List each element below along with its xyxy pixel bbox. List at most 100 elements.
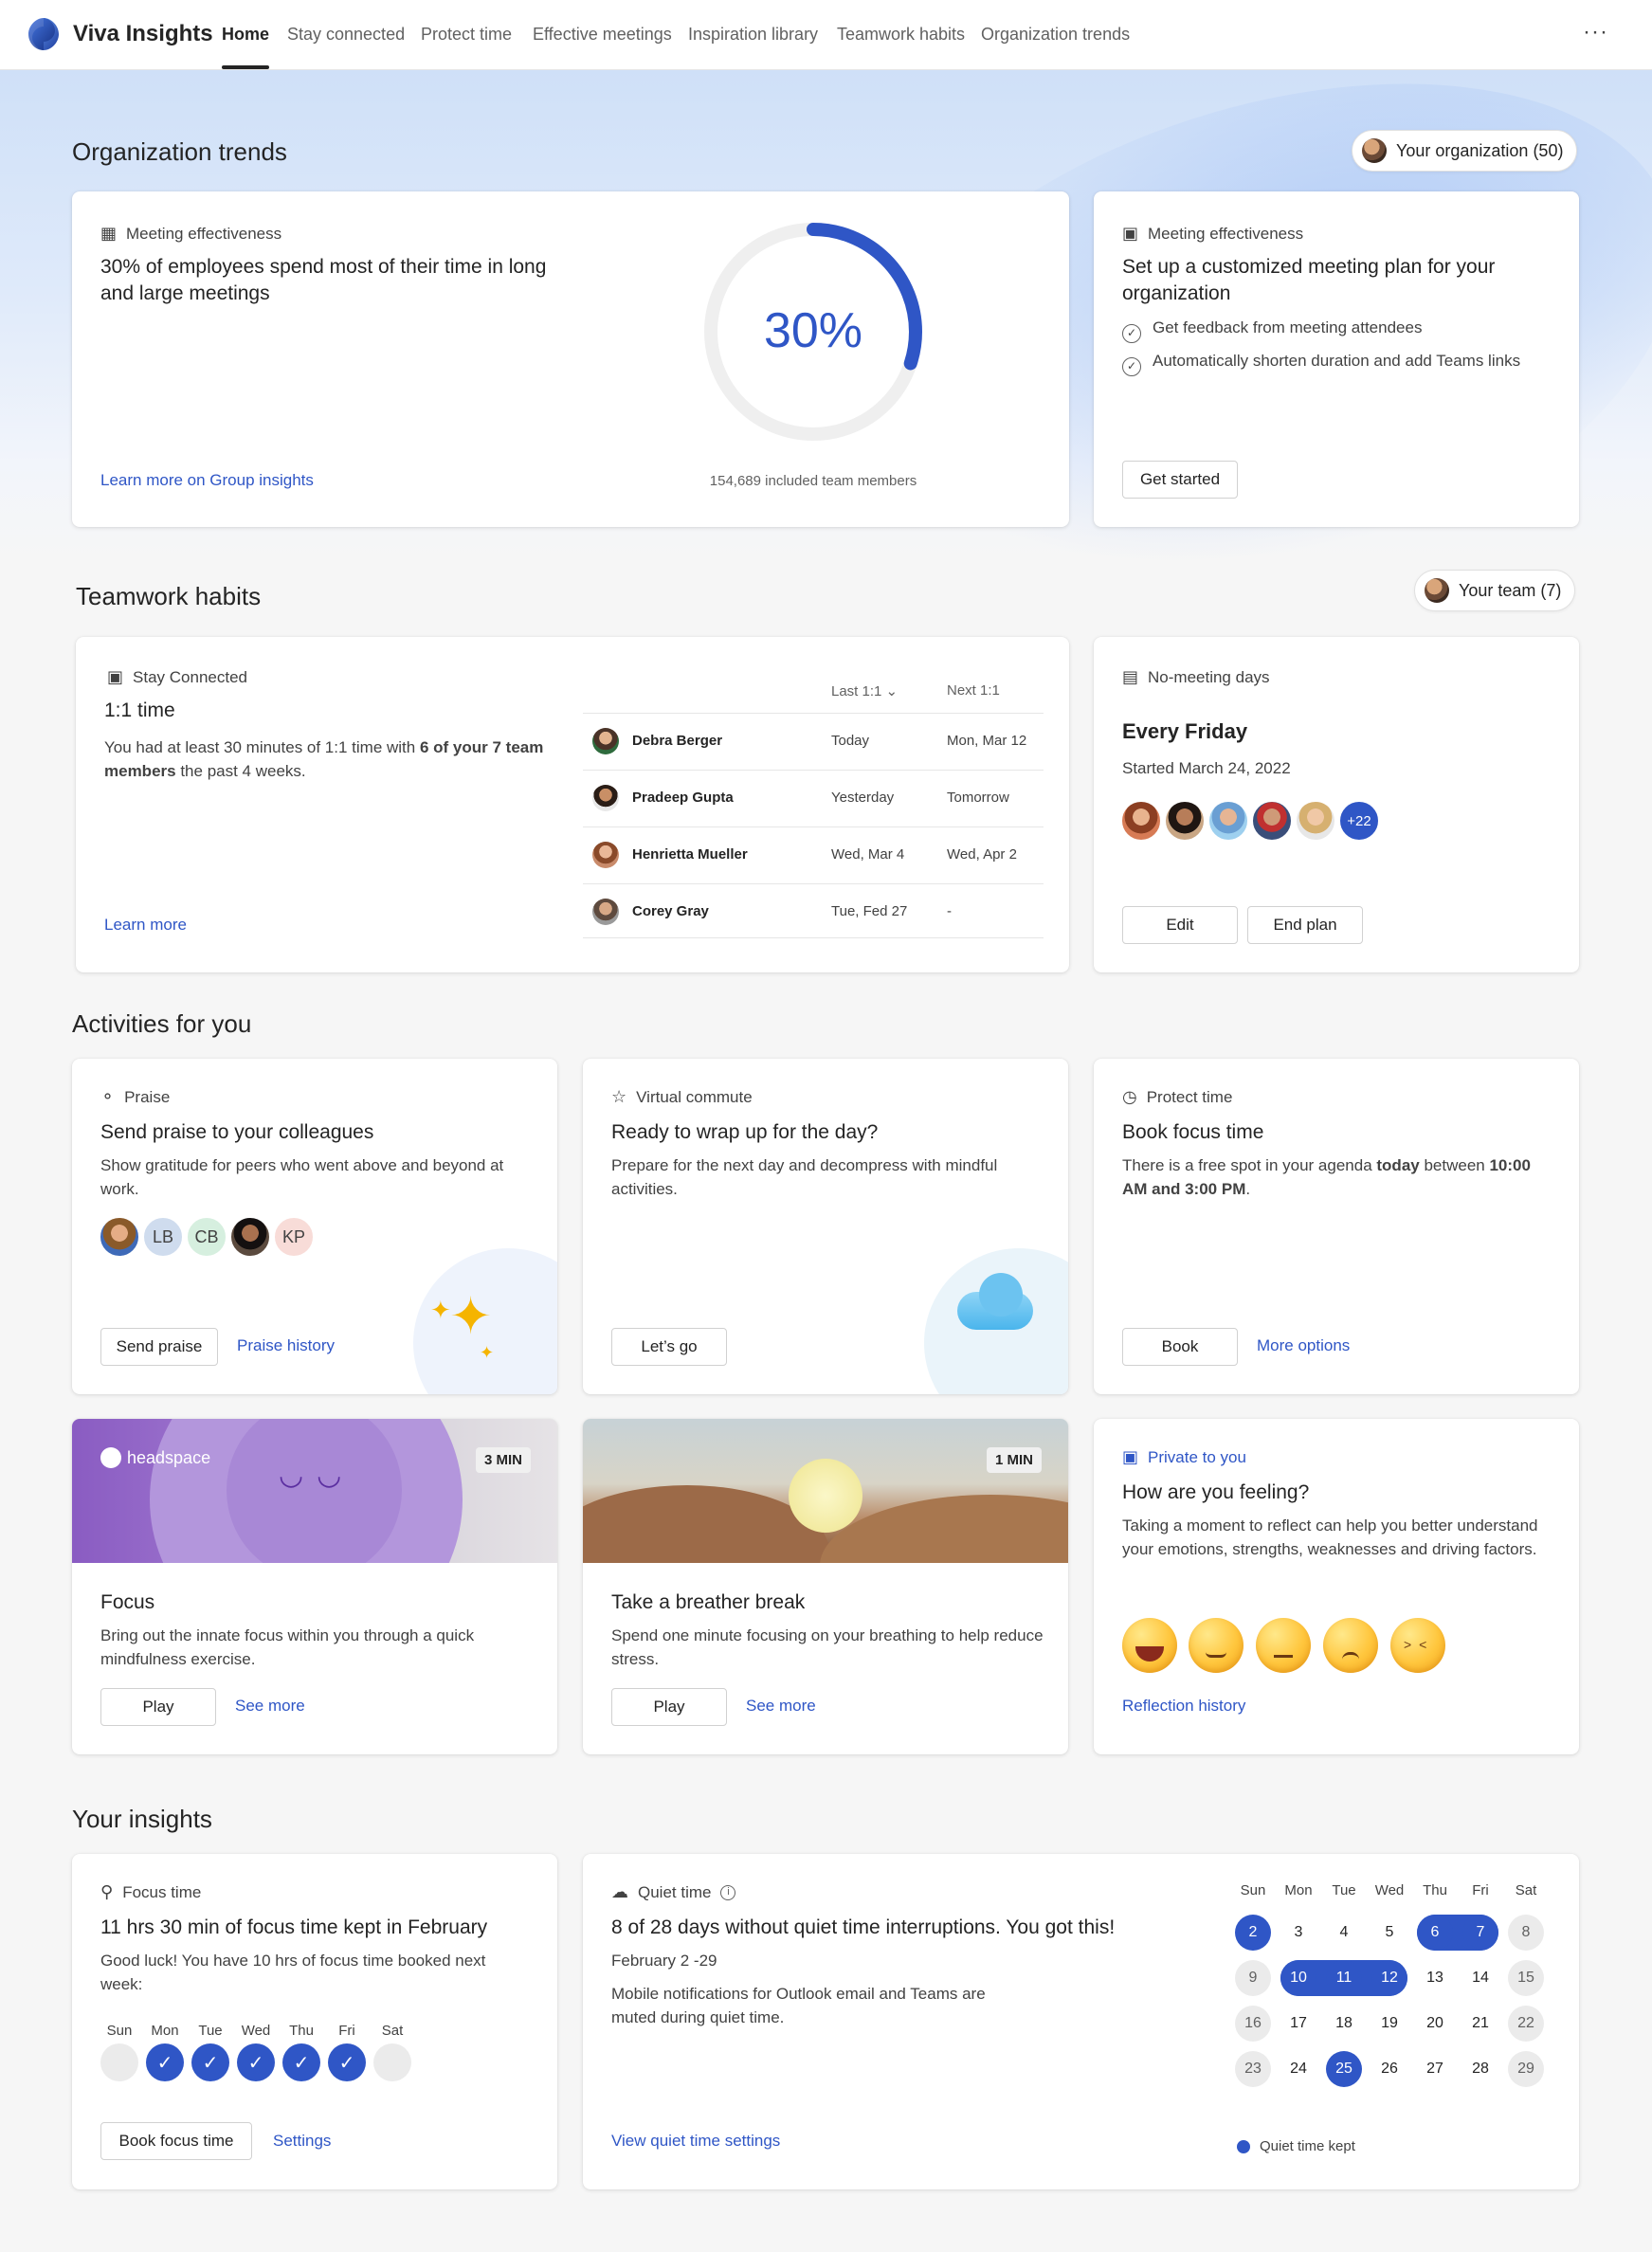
send-praise-button[interactable]: Send praise: [100, 1328, 218, 1366]
calendar-day[interactable]: 24: [1280, 2051, 1316, 2087]
calendar-day[interactable]: 16: [1235, 2006, 1271, 2042]
calendar-day[interactable]: 9: [1235, 1960, 1271, 1996]
avatar[interactable]: [99, 1216, 140, 1258]
org-filter-pill[interactable]: Your organization (50): [1352, 130, 1578, 172]
weekday-label: Sun: [106, 2023, 133, 2039]
nav-tab-effective-meetings[interactable]: Effective meetings: [533, 25, 672, 45]
row-next: Wed, Apr 2: [947, 846, 1017, 863]
calendar-day[interactable]: 29: [1508, 2051, 1544, 2087]
section-title-activities: Activities for you: [72, 1009, 252, 1038]
org-filter-label: Your organization (50): [1396, 140, 1564, 160]
initials-avatar[interactable]: LB: [142, 1216, 184, 1258]
nav-tab-protect-time[interactable]: Protect time: [421, 25, 512, 45]
calendar-day[interactable]: 5: [1371, 1915, 1407, 1951]
more-options-link[interactable]: More options: [1257, 1336, 1350, 1355]
calendar-day[interactable]: 22: [1508, 2006, 1544, 2042]
card-eyebrow: ☆ Virtual commute: [611, 1087, 753, 1107]
calendar-day[interactable]: 26: [1371, 2051, 1407, 2087]
table-row[interactable]: Corey Gray Tue, Fed 27 -: [583, 883, 1044, 938]
nav-tab-teamwork-habits[interactable]: Teamwork habits: [837, 25, 965, 45]
settings-link[interactable]: Settings: [273, 2132, 331, 2151]
calendar-day[interactable]: 25: [1326, 2051, 1362, 2087]
more-members-badge[interactable]: +22: [1338, 800, 1380, 842]
nav-tab-inspiration-library[interactable]: Inspiration library: [688, 25, 818, 45]
calendar-day[interactable]: 2: [1235, 1915, 1271, 1951]
checklist-item-label: Automatically shorten duration and add T…: [1153, 352, 1521, 370]
more-options-icon[interactable]: ···: [1583, 19, 1608, 45]
smiling-eyes-icon: ◡◡: [279, 1460, 355, 1491]
book-focus-time-button[interactable]: Book focus time: [100, 2122, 252, 2160]
reflection-history-link[interactable]: Reflection history: [1122, 1697, 1245, 1716]
initials-avatar[interactable]: KP: [273, 1216, 315, 1258]
end-plan-button[interactable]: End plan: [1247, 906, 1363, 944]
learn-more-link[interactable]: Learn more: [104, 916, 187, 935]
see-more-link[interactable]: See more: [746, 1697, 816, 1716]
card-headline: Set up a customized meeting plan for you…: [1122, 256, 1496, 304]
calendar-day[interactable]: 18: [1326, 2006, 1362, 2042]
group-insights-link[interactable]: Learn more on Group insights: [100, 471, 314, 490]
praise-history-link[interactable]: Praise history: [237, 1336, 335, 1355]
initials-avatar[interactable]: CB: [186, 1216, 227, 1258]
calendar-day[interactable]: 7: [1462, 1915, 1498, 1951]
book-button[interactable]: Book: [1122, 1328, 1238, 1366]
table-row[interactable]: Henrietta Mueller Wed, Mar 4 Wed, Apr 2: [583, 826, 1044, 883]
team-filter-pill[interactable]: Your team (7): [1414, 570, 1576, 611]
calendar-day[interactable]: 15: [1508, 1960, 1544, 1996]
focus-headspace-card: ◡◡ headspace 3 MIN Focus Bring out the i…: [72, 1419, 557, 1754]
nav-tab-home[interactable]: Home: [222, 25, 269, 45]
card-eyebrow: ▣ Private to you: [1122, 1447, 1246, 1467]
tired-emoji-icon[interactable]: ><: [1390, 1618, 1445, 1673]
checklist-item: ✓ Get feedback from meeting attendees: [1122, 316, 1422, 343]
weekday-label: Tue: [198, 2023, 223, 2039]
card-eyebrow: ◷ Protect time: [1122, 1087, 1232, 1107]
calendar-grid-icon: ▦: [100, 224, 118, 243]
calendar-day[interactable]: 3: [1280, 1915, 1316, 1951]
calendar-day[interactable]: 27: [1417, 2051, 1453, 2087]
top-nav-bar: Viva Insights Home Stay connected Protec…: [0, 0, 1652, 70]
smiling-emoji-icon[interactable]: [1189, 1618, 1244, 1673]
calendar-day[interactable]: 12: [1371, 1960, 1407, 1996]
tiny-sparkle-icon: ✦: [480, 1343, 495, 1362]
app-title: Viva Insights: [73, 21, 213, 46]
calendar-day[interactable]: 4: [1326, 1915, 1362, 1951]
calendar-day[interactable]: 14: [1462, 1960, 1498, 1996]
praise-card: ✦ ✦ ✦ ⚬ Praise Send praise to your colle…: [72, 1059, 557, 1394]
table-row[interactable]: Pradeep Gupta Yesterday Tomorrow: [583, 770, 1044, 826]
see-more-link[interactable]: See more: [235, 1697, 305, 1716]
weekday-label: Thu: [289, 2023, 314, 2039]
calendar-day[interactable]: 6: [1417, 1915, 1453, 1951]
nav-tab-organization-trends[interactable]: Organization trends: [981, 25, 1130, 45]
breather-card: 1 MIN Take a breather break Spend one mi…: [583, 1419, 1068, 1754]
calendar-day[interactable]: 23: [1235, 2051, 1271, 2087]
avatar[interactable]: [229, 1216, 271, 1258]
nav-tab-stay-connected[interactable]: Stay connected: [287, 25, 405, 45]
viva-insights-logo: [28, 18, 59, 50]
calendar-day[interactable]: 13: [1417, 1960, 1453, 1996]
booked-day-check-icon: ✓: [328, 2043, 366, 2081]
calendar-weekday-label: Wed: [1374, 1882, 1405, 1898]
focus-time-card: ⚲ Focus time 11 hrs 30 min of focus time…: [72, 1854, 557, 2189]
neutral-emoji-icon[interactable]: [1256, 1618, 1311, 1673]
calendar-day[interactable]: 8: [1508, 1915, 1544, 1951]
people-calendar-icon: ▣: [107, 667, 124, 686]
calendar-day[interactable]: 19: [1371, 2006, 1407, 2042]
org-meeting-effectiveness-card: ▦ Meeting effectiveness 30% of employees…: [72, 191, 1069, 527]
calendar-day[interactable]: 28: [1462, 2051, 1498, 2087]
calendar-day[interactable]: 17: [1280, 2006, 1316, 2042]
col-header-last[interactable]: Last 1:1 ⌄: [831, 682, 898, 699]
calendar-day[interactable]: 21: [1462, 2006, 1498, 2042]
eyebrow-label: Protect time: [1146, 1087, 1233, 1106]
lets-go-button[interactable]: Let’s go: [611, 1328, 727, 1366]
grinning-emoji-icon[interactable]: [1122, 1618, 1177, 1673]
calendar-day[interactable]: 10: [1280, 1960, 1316, 1996]
table-row[interactable]: Debra Berger Today Mon, Mar 12: [583, 713, 1044, 770]
edit-button[interactable]: Edit: [1122, 906, 1238, 944]
play-button[interactable]: Play: [611, 1688, 727, 1726]
worried-emoji-icon[interactable]: [1323, 1618, 1378, 1673]
card-body: Prepare for the next day and decompress …: [611, 1156, 998, 1198]
calendar-day[interactable]: 11: [1326, 1960, 1362, 1996]
calendar-day[interactable]: 20: [1417, 2006, 1453, 2042]
play-button[interactable]: Play: [100, 1688, 216, 1726]
card-headline: Focus: [100, 1591, 155, 1613]
get-started-button[interactable]: Get started: [1122, 461, 1238, 499]
